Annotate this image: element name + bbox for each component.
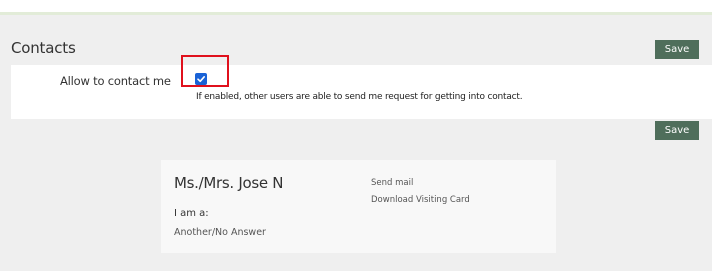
save-button-top[interactable]: Save <box>655 40 699 59</box>
card-name: Ms./Mrs. Jose N <box>174 174 284 192</box>
section-title: Contacts <box>11 39 76 57</box>
visiting-card: Ms./Mrs. Jose N I am a: Another/No Answe… <box>161 160 556 253</box>
allow-contact-hint: If enabled, other users are able to send… <box>196 92 523 102</box>
send-mail-link[interactable]: Send mail <box>371 178 413 188</box>
save-button-bottom[interactable]: Save <box>655 121 699 140</box>
allow-contact-label: Allow to contact me <box>60 74 171 88</box>
download-visiting-card-link[interactable]: Download Visiting Card <box>371 195 470 205</box>
card-iam-label: I am a: <box>174 208 209 219</box>
checkmark-icon <box>197 76 205 83</box>
allow-contact-checkbox[interactable] <box>195 73 207 85</box>
card-iam-value: Another/No Answer <box>174 227 266 238</box>
